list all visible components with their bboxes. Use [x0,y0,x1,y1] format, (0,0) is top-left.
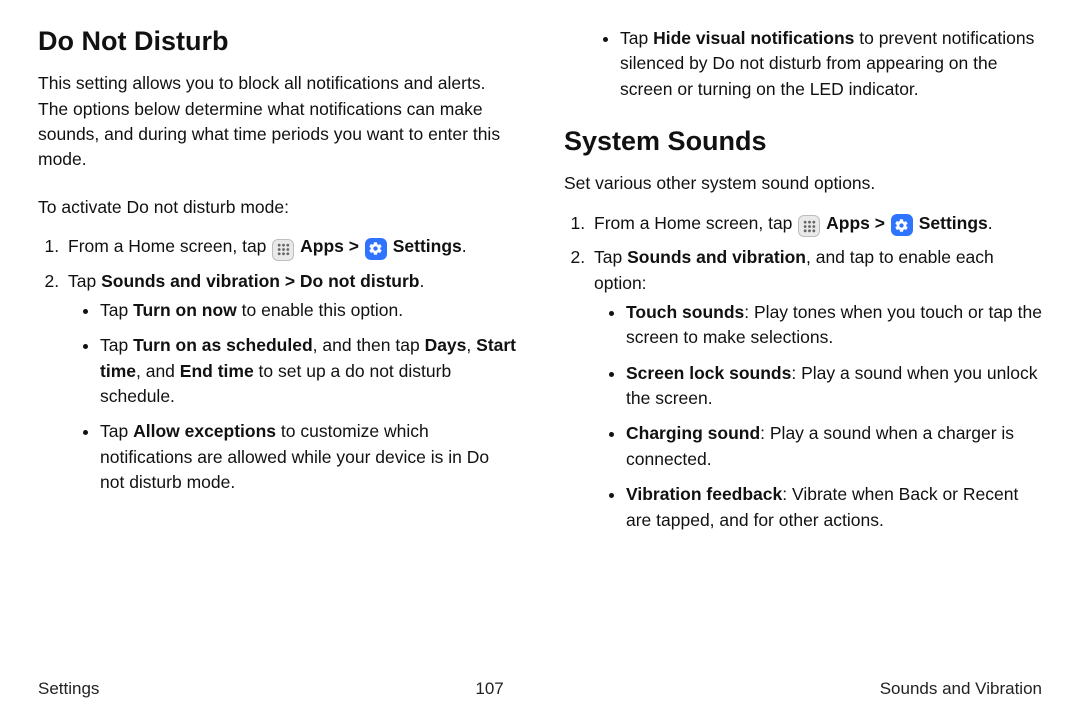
period: . [988,213,993,233]
t: Tap [594,247,627,267]
t: , [466,335,476,355]
t: Turn on as scheduled [133,335,313,355]
ss-intro: Set various other system sound options. [564,171,1042,196]
step-text: From a Home screen, tap [594,213,797,233]
ss-steps: From a Home screen, tap Apps > Settings.… [564,211,1042,533]
period: . [462,236,467,256]
t: Screen lock sounds [626,363,791,383]
step-text: Tap [68,271,101,291]
sep: > [875,213,890,233]
t: Tap [100,300,133,320]
apps-icon [798,215,820,237]
apps-label: Apps [826,213,870,233]
ss-step-2: Tap Sounds and vibration, and tap to ena… [590,245,1042,533]
settings-label: Settings [393,236,462,256]
bullet-turn-on-now: Tap Turn on now to enable this option. [100,298,516,323]
page-footer: Settings 107 Sounds and Vibration [38,677,1042,702]
sep: > [349,236,364,256]
t: Tap [620,28,653,48]
bullet-screen-lock-sounds: Screen lock sounds: Play a sound when yo… [626,361,1042,412]
t: , and then tap [313,335,425,355]
bullet-touch-sounds: Touch sounds: Play tones when you touch … [626,300,1042,351]
t: Tap [100,335,133,355]
heading-dnd: Do Not Disturb [38,22,516,61]
t: Vibration feedback [626,484,782,504]
t: to enable this option. [237,300,403,320]
apps-icon [272,239,294,261]
t: Charging sound [626,423,760,443]
t: Allow exceptions [133,421,276,441]
dnd-steps: From a Home screen, tap Apps > Settings.… [38,234,516,496]
apps-label: Apps [300,236,344,256]
dnd-continued-bullets: Tap Hide visual notifications to prevent… [564,26,1042,102]
bullet-charging-sound: Charging sound: Play a sound when a char… [626,421,1042,472]
left-column: Do Not Disturb This setting allows you t… [38,22,516,543]
t: Turn on now [133,300,237,320]
bullet-hide-visual: Tap Hide visual notifications to prevent… [620,26,1042,102]
t: Days [425,335,467,355]
settings-icon [365,238,387,260]
footer-page-number: 107 [475,677,503,702]
dnd-intro: This setting allows you to block all not… [38,71,516,173]
step-text: From a Home screen, tap [68,236,271,256]
page-columns: Do Not Disturb This setting allows you t… [38,22,1042,543]
dnd-step-1: From a Home screen, tap Apps > Settings. [64,234,516,261]
bullet-vibration-feedback: Vibration feedback: Vibrate when Back or… [626,482,1042,533]
ss-step-1: From a Home screen, tap Apps > Settings. [590,211,1042,238]
heading-system-sounds: System Sounds [564,122,1042,161]
ss-bullets: Touch sounds: Play tones when you touch … [594,300,1042,533]
t: Touch sounds [626,302,744,322]
period: . [419,271,424,291]
dnd-step-2: Tap Sounds and vibration > Do not distur… [64,269,516,496]
right-column: Tap Hide visual notifications to prevent… [564,22,1042,543]
footer-right: Sounds and Vibration [880,677,1042,702]
dnd-lead: To activate Do not disturb mode: [38,195,516,220]
settings-label: Settings [919,213,988,233]
t: Tap [100,421,133,441]
step-bold: Sounds and vibration > Do not disturb [101,271,419,291]
bullet-turn-on-scheduled: Tap Turn on as scheduled, and then tap D… [100,333,516,409]
t: End time [180,361,254,381]
settings-icon [891,214,913,236]
t: Sounds and vibration [627,247,806,267]
footer-left: Settings [38,677,99,702]
dnd-bullets: Tap Turn on now to enable this option. T… [68,298,516,496]
t: Hide visual notifications [653,28,854,48]
bullet-allow-exceptions: Tap Allow exceptions to customize which … [100,419,516,495]
t: , and [136,361,180,381]
